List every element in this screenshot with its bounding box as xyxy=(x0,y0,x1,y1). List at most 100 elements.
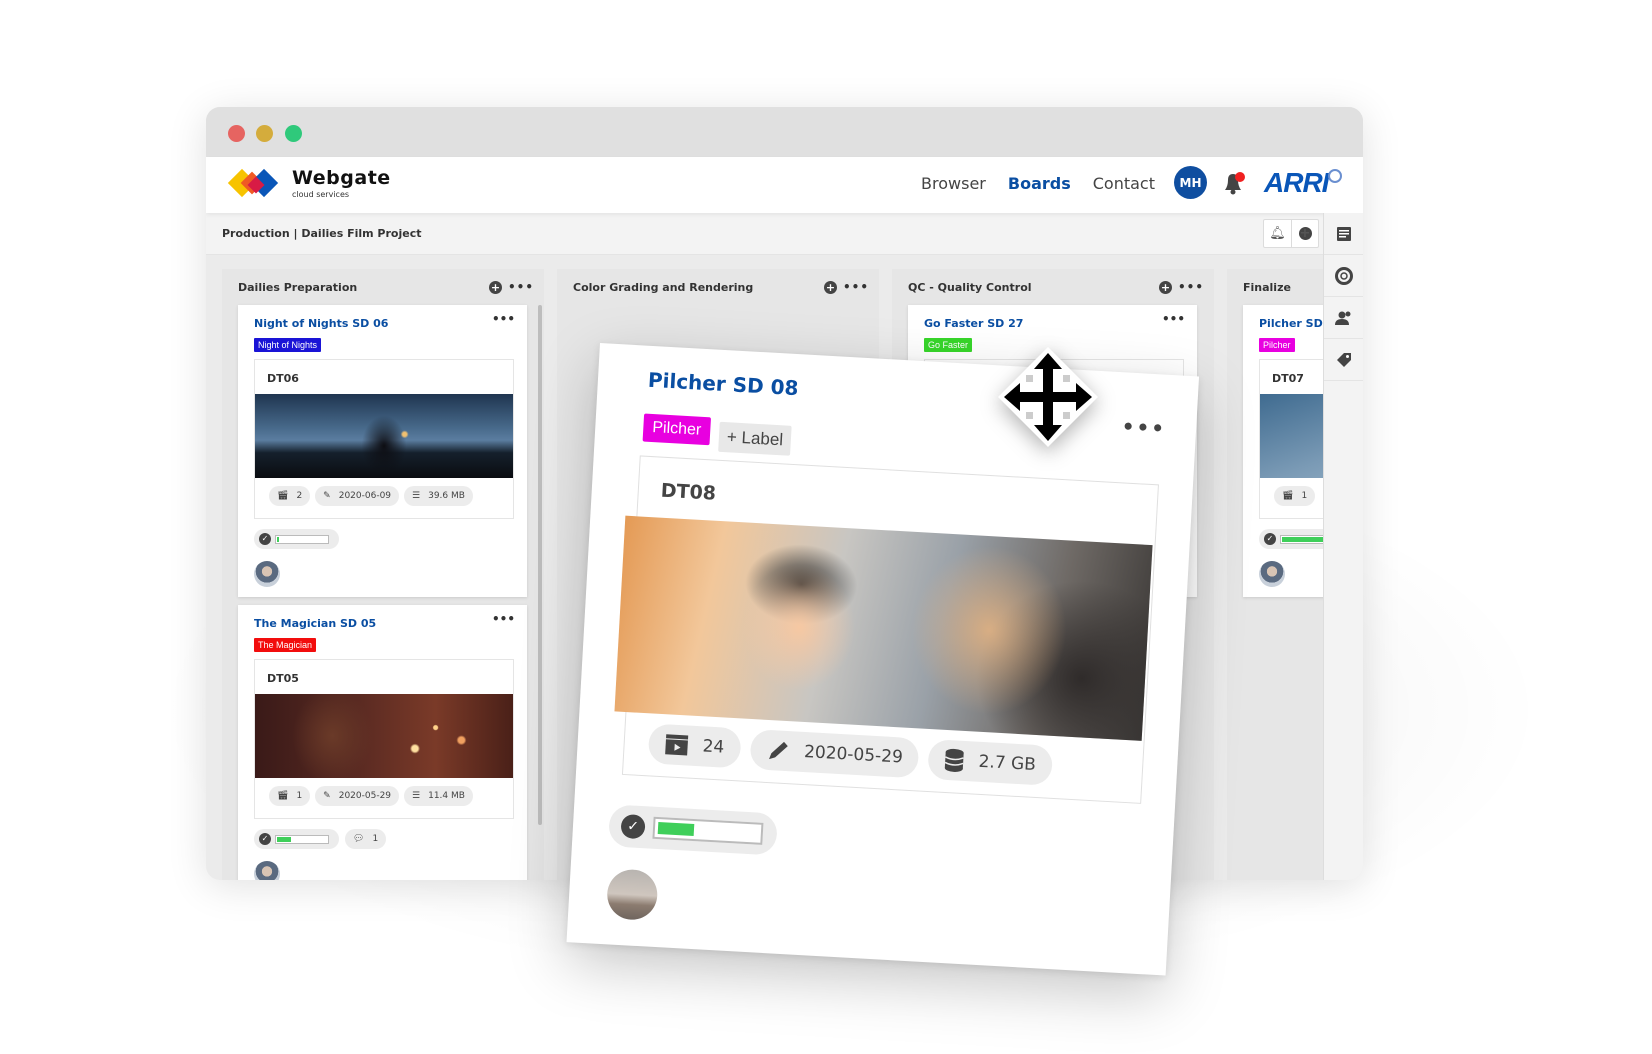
card-title[interactable]: Go Faster SD 27 xyxy=(924,317,1023,330)
date-pill: ✎ 2020-06-09 xyxy=(315,486,400,506)
column-actions: + ••• xyxy=(823,280,869,294)
document-icon xyxy=(1336,226,1351,241)
clip-count-pill: 🎬︎ 1 xyxy=(269,786,311,806)
clip-count: 1 xyxy=(296,791,303,801)
clip-meta: 🎬︎ 1 xyxy=(1274,486,1316,506)
add-card-icon[interactable]: + xyxy=(488,280,502,294)
dragged-card[interactable]: Pilcher SD 08 ••• Pilcher + Label DT08 2… xyxy=(566,343,1200,976)
nav-browser[interactable]: Browser xyxy=(921,174,986,193)
card-menu-icon[interactable]: ••• xyxy=(492,612,515,626)
more-options-icon[interactable]: ••• xyxy=(843,280,869,294)
breadcrumb: Production | Dailies Film Project xyxy=(222,227,422,240)
column-dailies-preparation: Dailies Preparation + ••• Night of Night… xyxy=(222,269,544,880)
size-pill: ☰ 11.4 MB xyxy=(404,786,473,806)
progress-row: ✓ 💬︎ 1 xyxy=(254,829,387,849)
clip-thumbnail[interactable] xyxy=(255,694,513,778)
window-close-button[interactable] xyxy=(228,125,245,142)
progress-bar xyxy=(652,816,764,845)
notification-bell-icon[interactable] xyxy=(1222,170,1246,196)
progress-row: ✓ xyxy=(254,529,339,549)
clip-meta: 🎬︎ 2 ✎ 2020-06-09 ☰ 39.6 MB xyxy=(269,486,473,506)
pencil-icon xyxy=(768,741,788,760)
more-options-icon[interactable]: ••• xyxy=(508,280,534,294)
webgate-logo-icon[interactable] xyxy=(226,165,290,205)
database-icon: ☰ xyxy=(412,491,421,501)
clip-thumbnail[interactable] xyxy=(614,515,1153,741)
size-pill: 2.7 GB xyxy=(927,739,1053,786)
card-menu-icon[interactable]: ••• xyxy=(492,312,515,326)
window-titlebar xyxy=(206,107,1363,157)
add-label-button[interactable]: + Label xyxy=(718,421,792,456)
clip-count: 24 xyxy=(702,736,725,758)
rail-tags[interactable] xyxy=(1324,339,1363,381)
add-card-icon[interactable]: + xyxy=(823,280,837,294)
app-header: Webgate cloud services Browser Boards Co… xyxy=(206,157,1363,213)
approval-progress[interactable]: ✓ xyxy=(254,529,339,549)
check-icon: ✓ xyxy=(1264,533,1276,545)
clip-date: 2020-05-29 xyxy=(803,742,904,768)
clip-count-pill: 🎬︎ 2 xyxy=(269,486,311,506)
tag-icon xyxy=(1336,352,1351,367)
column-actions: + ••• xyxy=(488,280,534,294)
lifebuoy-icon xyxy=(1334,266,1353,285)
clip-count: 2 xyxy=(296,491,303,501)
window-minimize-button[interactable] xyxy=(256,125,273,142)
right-rail xyxy=(1323,213,1363,880)
card-tag[interactable]: The Magician xyxy=(254,638,317,652)
column-actions: + ••• xyxy=(1158,280,1204,294)
assignee-avatar[interactable] xyxy=(254,561,280,587)
clip-size: 11.4 MB xyxy=(428,791,465,801)
pencil-icon: ✎ xyxy=(323,491,331,501)
nav-boards[interactable]: Boards xyxy=(1008,174,1071,193)
card-tag[interactable]: Night of Nights xyxy=(254,338,322,352)
clapperboard-icon: 🎬︎ xyxy=(1282,491,1294,501)
clapperboard-icon xyxy=(665,734,689,756)
clip-panel: DT05 🎬︎ 1 ✎ 2020-05-29 ☰ 11.4 MB xyxy=(254,659,514,819)
window-maximize-button[interactable] xyxy=(285,125,302,142)
rail-support[interactable] xyxy=(1324,255,1363,297)
rail-users[interactable] xyxy=(1324,297,1363,339)
card-title[interactable]: Night of Nights SD 06 xyxy=(254,317,388,330)
add-card-icon[interactable]: + xyxy=(1158,280,1172,294)
clip-size: 39.6 MB xyxy=(428,491,465,501)
card-title[interactable]: The Magician SD 05 xyxy=(254,617,376,630)
card-tag[interactable]: Pilcher xyxy=(1259,338,1295,352)
comment-icon: 💬︎ xyxy=(353,834,365,844)
bell-outline-icon[interactable]: 🔔︎ xyxy=(1264,220,1291,247)
card-menu-icon[interactable]: ••• xyxy=(1162,312,1185,326)
add-circle-icon[interactable]: + xyxy=(1291,220,1318,247)
main-nav: Browser Boards Contact xyxy=(921,174,1155,193)
project-bar: Production | Dailies Film Project 🔔︎ + xyxy=(206,213,1323,255)
brand-name: Webgate xyxy=(292,167,391,189)
clip-thumbnail[interactable] xyxy=(255,394,513,478)
assignee-avatar[interactable] xyxy=(1259,561,1285,587)
assignee-avatar[interactable] xyxy=(254,861,280,880)
clip-date: 2020-06-09 xyxy=(338,491,392,501)
user-avatar[interactable]: MH xyxy=(1174,166,1207,199)
card-tag[interactable]: Pilcher xyxy=(642,413,711,446)
clip-meta: 24 2020-05-29 2.7 GB xyxy=(647,723,1053,786)
rail-document[interactable] xyxy=(1324,213,1363,255)
card-tag[interactable]: Go Faster xyxy=(924,338,973,352)
card-night-of-nights[interactable]: Night of Nights SD 06 ••• Night of Night… xyxy=(238,305,527,597)
column-title: QC - Quality Control xyxy=(908,281,1032,294)
clapperboard-icon: 🎬︎ xyxy=(277,791,289,801)
column-scrollbar[interactable] xyxy=(538,305,542,825)
approval-progress[interactable]: ✓ xyxy=(254,829,339,849)
progress-bar xyxy=(275,834,329,844)
date-pill: 2020-05-29 xyxy=(749,729,920,779)
progress-bar-fill xyxy=(1282,536,1327,542)
nav-contact[interactable]: Contact xyxy=(1093,174,1155,193)
clip-count-pill: 🎬︎ 1 xyxy=(1274,486,1316,506)
comments-pill[interactable]: 💬︎ 1 xyxy=(345,829,387,849)
card-menu-icon[interactable]: ••• xyxy=(1121,414,1167,440)
card-title[interactable]: Pilcher SD 08 xyxy=(647,368,799,400)
more-options-icon[interactable]: ••• xyxy=(1178,280,1204,294)
check-icon: ✓ xyxy=(259,833,271,845)
clip-name: DT06 xyxy=(267,372,299,385)
approval-progress[interactable]: ✓ xyxy=(607,804,779,856)
users-icon xyxy=(1334,311,1350,325)
progress-bar-fill xyxy=(277,836,291,842)
card-the-magician[interactable]: The Magician SD 05 ••• The Magician DT05… xyxy=(238,605,527,880)
assignee-avatar[interactable] xyxy=(605,868,659,922)
